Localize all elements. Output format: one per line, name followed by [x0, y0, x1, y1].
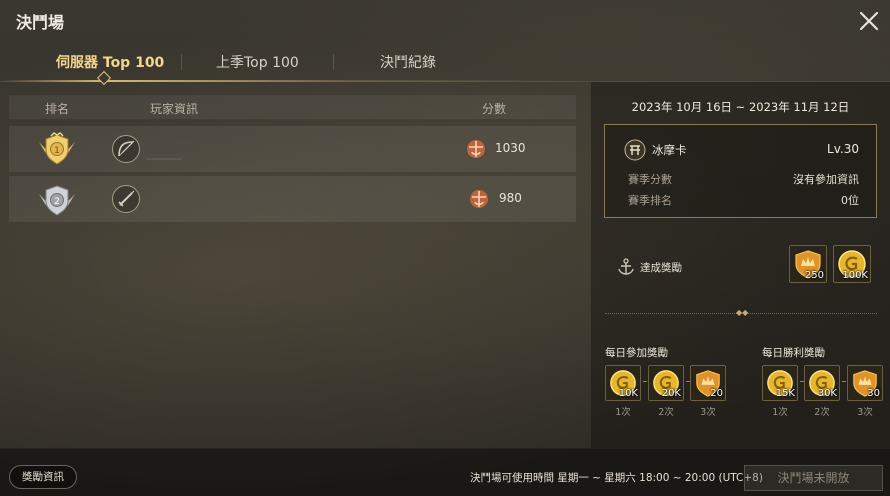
window-title: 決鬥場 [16, 13, 65, 32]
table-row[interactable]: 2 980 [9, 176, 576, 222]
reward-times: 1次 [772, 407, 788, 418]
ranking-table-header: 排名 玩家資訊 分數 [9, 95, 576, 119]
close-icon[interactable] [858, 10, 880, 32]
score-value: 1030 [495, 141, 526, 155]
divider-ornament: ◆◆ [736, 308, 749, 317]
reward-info-button[interactable]: 獎勵資訊 [9, 465, 77, 489]
season-score-value: 沒有參加資訊 [793, 173, 859, 186]
player-level: Lv.30 [827, 142, 859, 156]
header-player-info: 玩家資訊 [150, 102, 199, 116]
rank-gold-badge-icon: 1 [37, 132, 77, 166]
tab-underline [0, 80, 590, 82]
reward-amount: 30K [817, 388, 837, 399]
season-rank-value: 0位 [841, 194, 859, 207]
tab-duel-record[interactable]: 決鬥紀錄 [380, 52, 436, 72]
player-name-placeholder [147, 158, 181, 160]
reward-times: 2次 [658, 407, 674, 418]
reward-item[interactable]: 250 [789, 245, 827, 283]
reward-times: 3次 [857, 407, 873, 418]
reward-amount: 20 [710, 388, 723, 399]
season-score-label: 賽季分數 [628, 173, 672, 186]
reward-times: 1次 [615, 407, 631, 418]
guild-emblem-icon [624, 139, 646, 161]
header-rank: 排名 [45, 102, 70, 116]
reward-item[interactable]: 30 [847, 365, 883, 401]
tab-bar: 伺服器 Top 100 上季Top 100 決鬥紀錄 [0, 44, 890, 86]
active-tab-indicator [96, 70, 112, 86]
reward-amount: 100K [842, 270, 868, 281]
reward-item[interactable]: 100K [833, 245, 871, 283]
sword-icon [112, 185, 140, 213]
reward-amount: 15K [775, 388, 795, 399]
score-value: 980 [499, 191, 522, 205]
footer-bar: 獎勵資訊 決鬥場可使用時間 星期一 ~ 星期六 18:00 ~ 20:00 (U… [0, 448, 890, 496]
tab-divider [333, 54, 334, 70]
rank-number: 2 [54, 197, 60, 207]
available-time-text: 決鬥場可使用時間 星期一 ~ 星期六 18:00 ~ 20:00 (UTC+8) [470, 472, 763, 484]
reward-times: 2次 [814, 407, 830, 418]
bow-icon [112, 135, 140, 163]
reward-item[interactable]: 20 [690, 365, 726, 401]
reward-amount: 20K [661, 388, 681, 399]
tab-divider [181, 54, 182, 70]
table-row[interactable]: 1 1030 [9, 126, 576, 172]
season-panel: 2023年 10月 16日 ~ 2023年 11月 12日 冰摩卡 Lv.30 … [591, 82, 890, 448]
anchor-icon [616, 257, 636, 277]
reward-item[interactable]: 30K [804, 365, 840, 401]
arena-window: 決鬥場 伺服器 Top 100 上季Top 100 決鬥紀錄 排名 玩家資訊 分… [0, 0, 890, 496]
reward-connector [842, 381, 846, 382]
reward-item[interactable]: 20K [648, 365, 684, 401]
player-name: 冰摩卡 [652, 143, 687, 157]
tab-server-top100[interactable]: 伺服器 Top 100 [56, 52, 164, 72]
reward-amount: 30 [867, 388, 880, 399]
rank-silver-badge-icon: 2 [37, 182, 77, 216]
reward-item[interactable]: 15K [762, 365, 798, 401]
header-score: 分數 [482, 102, 507, 116]
reward-amount: 10K [618, 388, 638, 399]
daily-victory-title: 每日勝利獎勵 [762, 347, 825, 359]
reward-amount: 250 [804, 270, 824, 281]
arena-score-icon [468, 188, 490, 210]
arena-score-icon [465, 138, 487, 160]
rank-number: 1 [54, 146, 60, 156]
tab-last-season-top100[interactable]: 上季Top 100 [216, 52, 299, 72]
season-period: 2023年 10月 16日 ~ 2023年 11月 12日 [631, 100, 850, 114]
reward-item[interactable]: 10K [605, 365, 641, 401]
reward-times: 3次 [700, 407, 716, 418]
daily-participation-title: 每日參加獎勵 [605, 347, 668, 359]
player-season-info: 冰摩卡 Lv.30 賽季分數 沒有參加資訊 賽季排名 0位 [604, 124, 877, 218]
arena-closed-button[interactable]: 決鬥場未開放 [744, 465, 883, 491]
season-rank-label: 賽季排名 [628, 194, 672, 207]
reward-connector [643, 381, 647, 382]
achievement-reward-label: 達成獎勵 [640, 262, 682, 274]
